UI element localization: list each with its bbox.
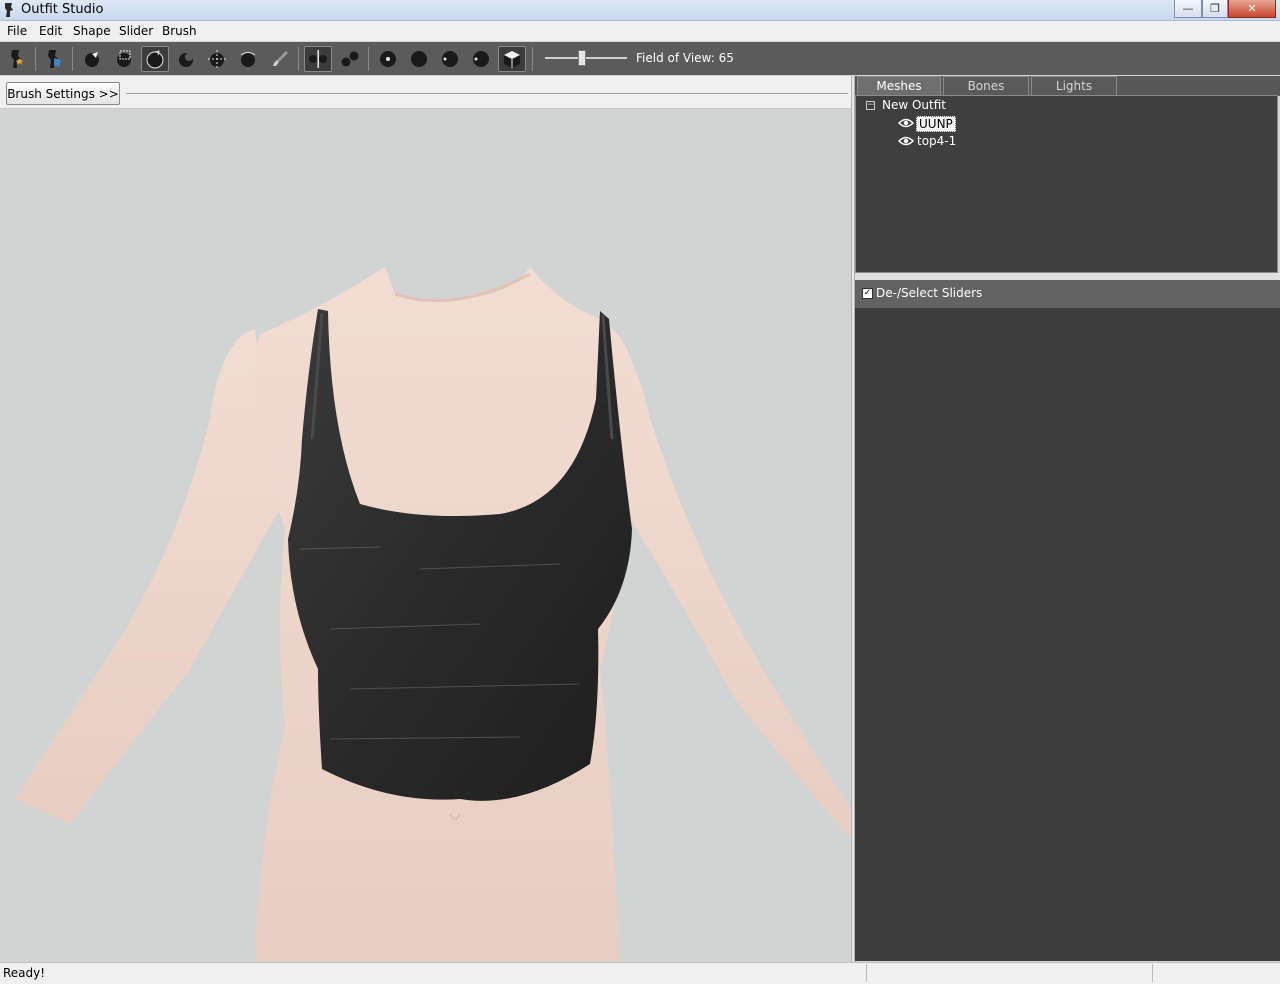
minimize-button[interactable]: —: [1174, 0, 1202, 18]
tree-item-mesh[interactable]: top4-1: [917, 134, 956, 148]
textures-icon: [473, 51, 489, 67]
paintbrush-icon: [273, 51, 288, 66]
toolbar-separator: [368, 47, 369, 71]
toggle-wireframe-button[interactable]: [405, 46, 433, 72]
outfit-icon: [48, 50, 61, 68]
tree-item-mesh[interactable]: UUNP: [916, 116, 956, 132]
model-render: [15, 267, 851, 961]
wireframe-icon: [411, 51, 427, 67]
tab-bones[interactable]: Bones: [943, 76, 1029, 95]
minimize-icon: —: [1182, 2, 1194, 15]
cube-icon: [504, 51, 520, 68]
restore-button[interactable]: ❐: [1202, 0, 1228, 18]
field-of-view-label: Field of View: 65: [636, 51, 734, 65]
status-divider: [866, 964, 867, 982]
tree-root-outfit[interactable]: New Outfit: [882, 98, 946, 112]
close-button[interactable]: ✕: [1228, 0, 1276, 18]
toggle-lighting-button[interactable]: [436, 46, 464, 72]
load-reference-button[interactable]: [3, 46, 31, 72]
vertex-points-icon: [380, 51, 396, 67]
select-tool-button[interactable]: [78, 46, 106, 72]
sliders-list: [855, 308, 1280, 961]
toolbar-separator: [298, 47, 299, 71]
window-title: Outfit Studio: [21, 2, 104, 17]
status-divider: [1152, 964, 1153, 982]
status-bar: [0, 962, 1280, 984]
title-bar: [0, 0, 1280, 21]
eye-icon[interactable]: [898, 136, 914, 146]
smooth-brush-button[interactable]: [234, 46, 262, 72]
connected-icon: [341, 51, 359, 67]
mask-icon: [117, 50, 131, 67]
left-arm: [15, 329, 280, 824]
brush-settings-divider: [126, 93, 848, 94]
field-of-view-slider-thumb[interactable]: [578, 50, 586, 66]
menu-brush[interactable]: Brush: [162, 24, 197, 38]
select-arrow-icon: [85, 52, 99, 67]
restore-icon: ❐: [1210, 2, 1220, 15]
toolbar-separator: [35, 47, 36, 71]
close-icon: ✕: [1247, 2, 1257, 15]
x-mirror-button[interactable]: [304, 46, 332, 72]
select-sliders-label: De-/Select Sliders: [876, 286, 983, 300]
toggle-masks-button[interactable]: [498, 46, 526, 72]
collapse-toggle-icon[interactable]: −: [866, 101, 875, 110]
toggle-vertex-points-button[interactable]: [374, 46, 402, 72]
inflate-icon: [146, 50, 164, 69]
status-text: Ready!: [3, 966, 46, 980]
toggle-textures-button[interactable]: [467, 46, 495, 72]
outfit-studio-app-icon: [5, 3, 13, 17]
reference-icon: [11, 50, 24, 68]
mask-tool-button[interactable]: [110, 46, 138, 72]
menu-shape[interactable]: Shape: [73, 24, 111, 38]
menu-edit[interactable]: Edit: [39, 24, 62, 38]
weight-paint-button[interactable]: [266, 46, 294, 72]
toolbar-separator: [72, 47, 73, 71]
select-sliders-checkbox[interactable]: ✓: [862, 288, 873, 299]
3d-viewport[interactable]: [0, 109, 851, 961]
brush-settings-button[interactable]: Brush Settings >>: [6, 82, 120, 105]
connected-only-button[interactable]: [336, 46, 364, 72]
panel-divider: [855, 273, 1280, 280]
mirror-icon: [309, 50, 327, 68]
eye-icon[interactable]: [898, 118, 914, 128]
toolbar-separator: [532, 47, 533, 71]
deflate-brush-button[interactable]: [172, 46, 200, 72]
inflate-brush-button[interactable]: [141, 46, 169, 72]
smooth-icon: [240, 52, 256, 67]
menu-file[interactable]: File: [7, 24, 27, 38]
field-of-view-slider-track[interactable]: [545, 57, 627, 59]
deflate-icon: [179, 53, 193, 67]
load-outfit-button[interactable]: [40, 46, 68, 72]
tab-meshes[interactable]: Meshes: [857, 76, 941, 95]
move-brush-button[interactable]: [203, 46, 231, 72]
lighting-icon: [442, 51, 458, 67]
menu-slider[interactable]: Slider: [119, 24, 153, 38]
tab-lights[interactable]: Lights: [1031, 76, 1117, 95]
move-icon: [208, 50, 226, 68]
